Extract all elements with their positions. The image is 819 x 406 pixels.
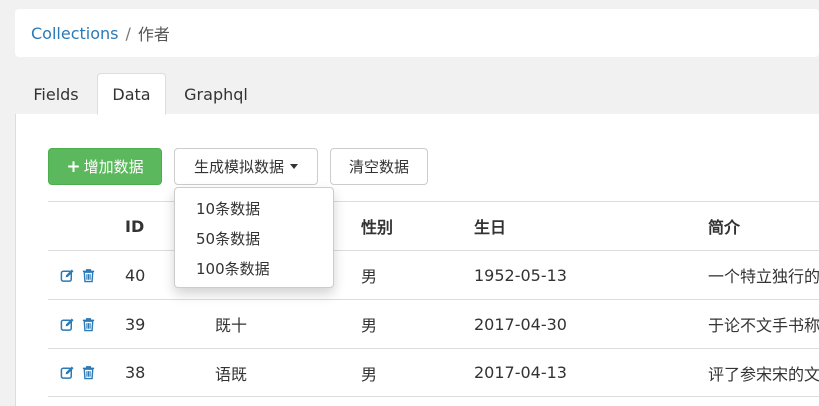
- breadcrumb-collections-link[interactable]: Collections: [31, 24, 118, 43]
- cell-birthday: 2017-04-30: [474, 314, 567, 334]
- cell-name: 语既: [215, 364, 248, 384]
- cell-intro: 评了参宋宋的文: [708, 364, 819, 384]
- breadcrumb-current: 作者: [137, 25, 170, 44]
- add-data-label: 增加数据: [83, 158, 144, 176]
- cell-gender: 男: [361, 364, 378, 384]
- caret-down-icon: [290, 164, 298, 169]
- edit-icon[interactable]: [60, 365, 75, 380]
- header-gender: 性别: [361, 218, 394, 237]
- row-actions: [60, 300, 96, 348]
- cell-birthday: 1952-05-13: [474, 265, 567, 285]
- mock-data-menu: 10条数据 50条数据 100条数据: [174, 187, 334, 288]
- table-row: 39 既十 男 2017-04-30 于论不文手书称: [48, 299, 819, 348]
- menu-item-50[interactable]: 50条数据: [175, 224, 333, 254]
- row-actions: [60, 251, 96, 299]
- cell-birthday: 2017-04-13: [474, 363, 567, 382]
- header-birthday: 生日: [474, 218, 507, 237]
- trash-icon[interactable]: [81, 317, 96, 332]
- plus-icon: +: [66, 156, 81, 177]
- cell-name: 既十: [215, 316, 248, 335]
- cell-id: 38: [125, 363, 146, 382]
- table-row: 40 男 1952-05-13 一个特立独行的: [48, 250, 819, 299]
- clear-data-button[interactable]: 清空数据: [330, 148, 428, 185]
- edit-icon[interactable]: [60, 317, 75, 332]
- table-header-row: ID 性别 生日 简介: [48, 201, 819, 250]
- header-intro: 简介: [708, 218, 741, 237]
- tab-data[interactable]: Data: [97, 73, 166, 115]
- breadcrumb: Collections / 作者: [15, 9, 819, 57]
- clear-data-label: 清空数据: [348, 158, 409, 176]
- table-row: 38 语既 男 2017-04-13 评了参宋宋的文: [48, 348, 819, 397]
- cell-gender: 男: [361, 316, 378, 335]
- cell-intro: 一个特立独行的: [708, 267, 819, 286]
- breadcrumb-separator: /: [125, 23, 131, 43]
- row-actions: [60, 349, 96, 396]
- add-data-button[interactable]: + 增加数据: [48, 148, 162, 185]
- cell-intro: 于论不文手书称: [708, 316, 819, 335]
- tab-fields[interactable]: Fields: [15, 73, 97, 115]
- mock-data-label: 生成模拟数据: [193, 158, 284, 176]
- header-id: ID: [125, 216, 145, 236]
- menu-item-10[interactable]: 10条数据: [175, 194, 333, 224]
- cell-id: 39: [125, 314, 146, 334]
- trash-icon[interactable]: [81, 268, 96, 283]
- menu-item-100[interactable]: 100条数据: [175, 254, 333, 284]
- mock-data-dropdown-button[interactable]: 生成模拟数据: [174, 148, 318, 185]
- edit-icon[interactable]: [60, 268, 75, 283]
- cell-gender: 男: [361, 267, 378, 286]
- trash-icon[interactable]: [81, 365, 96, 380]
- cell-id: 40: [125, 265, 146, 285]
- tab-bar: Fields Data Graphql: [15, 73, 819, 115]
- tab-graphql[interactable]: Graphql: [170, 73, 262, 115]
